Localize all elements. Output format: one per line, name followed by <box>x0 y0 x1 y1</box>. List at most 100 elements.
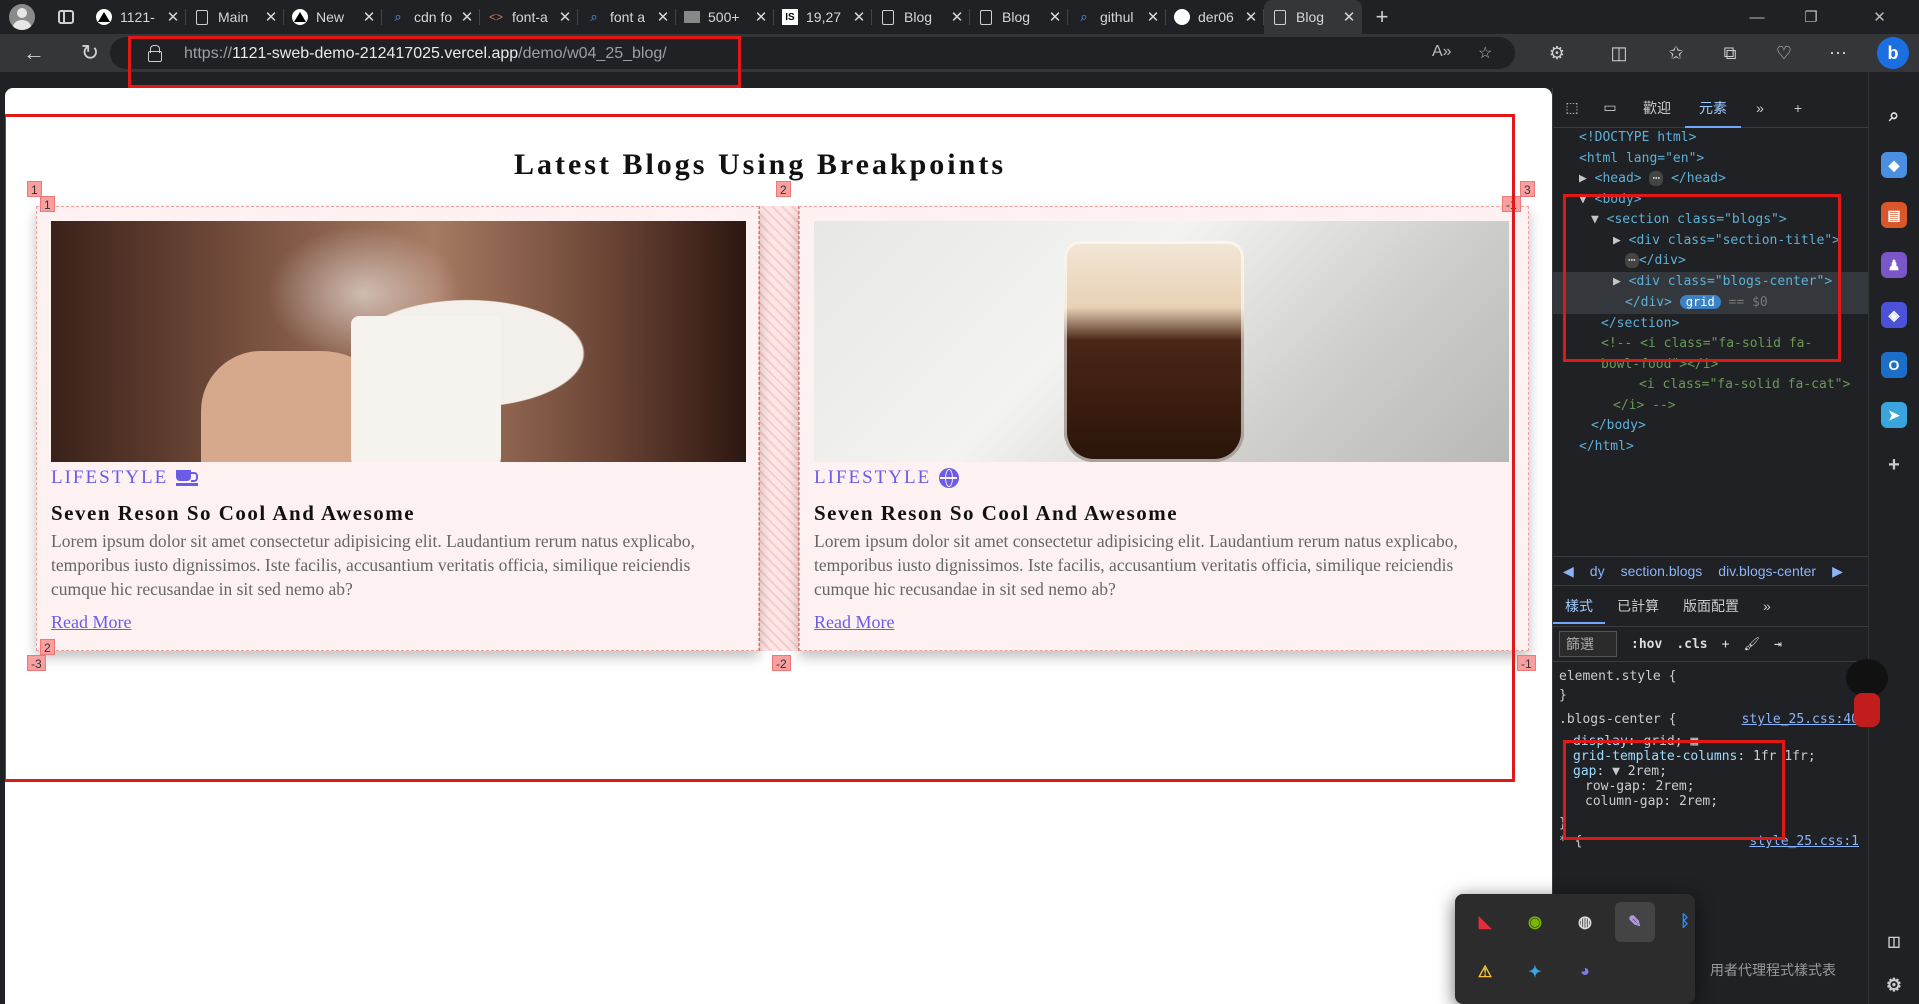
declaration[interactable]: row-gap: 2rem; <box>1573 779 1859 794</box>
breadcrumb-back-icon[interactable]: ◀ <box>1563 563 1574 580</box>
rule-selector[interactable]: * { <box>1559 833 1582 852</box>
dom-node-selected[interactable]: ▶ <div class="blogs-center"> <box>1553 271 1869 292</box>
close-tab-icon[interactable]: ✕ <box>1048 8 1062 26</box>
browser-tab[interactable]: <> font-a ✕ <box>480 0 578 34</box>
declaration[interactable]: column-gap: 2rem; <box>1573 794 1859 809</box>
browser-tab[interactable]: ⌕ cdn fo ✕ <box>382 0 480 34</box>
settings-gear-icon[interactable]: ⚙ <box>1881 972 1907 998</box>
rule-selector[interactable]: .blogs-center { <box>1559 711 1676 730</box>
browser-tab[interactable]: Main ✕ <box>186 0 284 34</box>
tab-styles[interactable]: 樣式 <box>1553 588 1605 624</box>
feather-icon[interactable]: ✎ <box>1615 902 1655 942</box>
read-aloud-icon[interactable]: A» <box>1432 43 1452 61</box>
warning-shield-icon[interactable]: ⚠ <box>1465 952 1505 992</box>
filter-input[interactable]: 篩選 <box>1559 631 1617 657</box>
teams-icon[interactable]: ◕ <box>1565 952 1605 992</box>
more-menu-icon[interactable]: ⋯ <box>1826 41 1850 65</box>
breadcrumb-item[interactable]: div.blogs-center <box>1718 563 1816 579</box>
search-icon[interactable]: ⌕ <box>1881 102 1907 128</box>
source-link[interactable]: style_25.css:1 <box>1749 833 1859 852</box>
send-icon[interactable]: ➤ <box>1881 402 1907 428</box>
nvidia-icon[interactable]: ◉ <box>1515 902 1555 942</box>
outlook-icon[interactable]: O <box>1881 352 1907 378</box>
toggle-sidebar-icon[interactable]: ⇥ <box>1774 637 1782 652</box>
hov-button[interactable]: :hov <box>1631 637 1662 652</box>
dom-comment[interactable]: <i class="fa-solid fa-cat"> <box>1553 375 1869 396</box>
restore-button[interactable]: ❐ <box>1784 0 1838 34</box>
declaration[interactable]: gap: ▼ 2rem; <box>1573 764 1859 779</box>
dom-node[interactable]: ▼ <section class="blogs"> <box>1553 210 1869 231</box>
tab-layout[interactable]: 版面配置 <box>1671 596 1751 616</box>
close-tab-icon[interactable]: ✕ <box>362 8 376 26</box>
close-window-button[interactable]: ✕ <box>1840 0 1919 34</box>
profile-button[interactable] <box>0 0 44 34</box>
browser-tab[interactable]: Blog ✕ <box>1264 0 1362 34</box>
collections-icon[interactable]: ⧉ <box>1718 41 1742 65</box>
read-more-link[interactable]: Read More <box>51 612 131 633</box>
minimize-button[interactable]: — <box>1730 0 1784 34</box>
dom-node[interactable]: ▼ <body> <box>1553 190 1869 211</box>
close-tab-icon[interactable]: ✕ <box>950 8 964 26</box>
browser-tab[interactable]: IS 19,27 ✕ <box>774 0 872 34</box>
close-tab-icon[interactable]: ✕ <box>166 8 180 26</box>
read-more-link[interactable]: Read More <box>814 612 894 633</box>
browser-tab[interactable]: ⌕ font a ✕ <box>578 0 676 34</box>
network-app-icon[interactable]: ✦ <box>1515 952 1555 992</box>
declaration[interactable]: grid-template-columns: 1fr 1fr; <box>1573 749 1859 764</box>
lock-icon[interactable] <box>148 45 162 62</box>
close-tab-icon[interactable]: ✕ <box>1244 8 1258 26</box>
back-button[interactable]: ← <box>18 38 50 68</box>
breadcrumb-forward-icon[interactable]: ▶ <box>1832 563 1843 580</box>
tools-icon[interactable]: ▤ <box>1881 202 1907 228</box>
breadcrumb-item[interactable]: dy <box>1590 563 1605 579</box>
games-icon[interactable]: ♟ <box>1881 252 1907 278</box>
grid-editor-icon[interactable]: ▦ <box>1690 734 1698 749</box>
close-tab-icon[interactable]: ✕ <box>852 8 866 26</box>
app-tray-icon[interactable]: ◍ <box>1565 902 1605 942</box>
copilot-icon[interactable]: b <box>1877 37 1909 69</box>
dom-node[interactable]: <!DOCTYPE html> <box>1553 128 1869 149</box>
device-toolbar-icon[interactable]: ▭ <box>1591 99 1629 116</box>
paint-icon[interactable]: 🖌 <box>1743 637 1760 652</box>
desktop-mascot[interactable] <box>1842 655 1892 735</box>
copilot-side-icon[interactable]: ◈ <box>1881 302 1907 328</box>
url-text[interactable]: https://1121-sweb-demo-212417025.vercel.… <box>184 45 667 63</box>
dom-node[interactable]: ⋯ </div> <box>1553 251 1869 272</box>
inspect-element-icon[interactable]: ⬚ <box>1553 99 1591 116</box>
close-tab-icon[interactable]: ✕ <box>1342 8 1356 26</box>
extensions-icon[interactable]: ⚙ <box>1545 41 1569 65</box>
more-tabs-icon[interactable]: » <box>1751 598 1783 614</box>
close-tab-icon[interactable]: ✕ <box>558 8 572 26</box>
browser-essentials-icon[interactable]: ♡ <box>1772 41 1796 65</box>
reload-button[interactable]: ↻ <box>74 38 106 68</box>
element-style-rule[interactable]: element.style { <box>1559 668 1859 687</box>
new-rule-icon[interactable]: + <box>1722 637 1730 652</box>
amd-icon[interactable]: ◣ <box>1465 902 1505 942</box>
close-tab-icon[interactable]: ✕ <box>656 8 670 26</box>
cls-button[interactable]: .cls <box>1676 637 1707 652</box>
breadcrumb-item[interactable]: section.blogs <box>1621 563 1703 579</box>
dom-node[interactable]: <html lang="en"> <box>1553 149 1869 170</box>
tab-elements[interactable]: 元素 <box>1685 88 1741 128</box>
dom-node-selected[interactable]: </div> grid == $0 <box>1553 292 1869 314</box>
sidebar-layout-icon[interactable]: ◫ <box>1881 928 1907 954</box>
browser-tab[interactable]: Blog ✕ <box>970 0 1068 34</box>
dom-comment[interactable]: bowl-food"></i> <box>1553 355 1869 376</box>
add-sidebar-app-icon[interactable]: + <box>1881 452 1907 478</box>
browser-tab[interactable]: ⌕ githul ✕ <box>1068 0 1166 34</box>
browser-tab[interactable]: der06 ✕ <box>1166 0 1264 34</box>
add-tab-icon[interactable]: + <box>1779 100 1817 116</box>
close-tab-icon[interactable]: ✕ <box>1146 8 1160 26</box>
more-tabs-icon[interactable]: » <box>1741 100 1779 116</box>
bluetooth-icon[interactable]: ᛒ <box>1665 902 1705 942</box>
favorite-star-icon[interactable]: ☆ <box>1478 43 1492 63</box>
dom-comment[interactable]: </i> --> <box>1553 396 1869 417</box>
declaration[interactable]: display: grid; ▦ <box>1573 734 1859 749</box>
close-tab-icon[interactable]: ✕ <box>460 8 474 26</box>
browser-tab[interactable]: New ✕ <box>284 0 382 34</box>
close-tab-icon[interactable]: ✕ <box>264 8 278 26</box>
split-screen-icon[interactable]: ◫ <box>1607 41 1631 65</box>
browser-tab[interactable]: 1121- ✕ <box>88 0 186 34</box>
grid-badge[interactable]: grid <box>1679 295 1721 309</box>
dom-node[interactable]: ▶ <div class="section-title"> <box>1553 231 1869 252</box>
